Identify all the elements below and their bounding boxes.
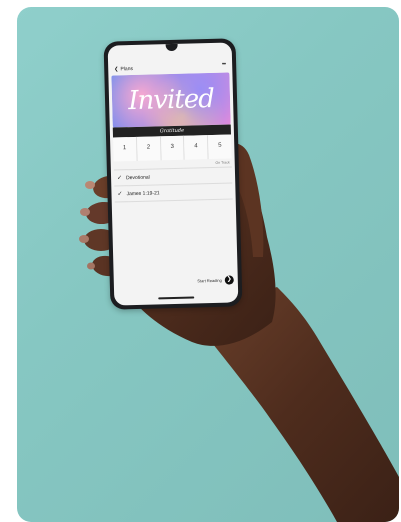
list-item-devotional[interactable]: ✓ Devotional [117, 174, 150, 182]
day-number: 4 [194, 143, 198, 150]
list-item-scripture[interactable]: ✓ James 1:19-21 [117, 189, 160, 198]
day-number: 2 [146, 144, 151, 151]
day-tab-2[interactable]: 2 [136, 136, 162, 161]
day-number: 5 [218, 142, 222, 149]
day-tab-1[interactable]: 1 [113, 136, 138, 162]
divider [114, 198, 233, 203]
checkmark-icon: ✓ [117, 191, 123, 198]
nav-title: Plans [120, 66, 134, 73]
brand-text: Gratitude [159, 127, 185, 135]
phone-screen: ❮ Plans ••• Invited Gratitude 1 2 3 4 5 … [107, 42, 239, 306]
day-number: 1 [122, 145, 127, 152]
camera-notch [165, 43, 178, 52]
divider [114, 182, 233, 187]
start-reading-label: Start Reading [197, 277, 222, 284]
item-label: Devotional [126, 174, 150, 181]
day-tab-5[interactable]: 5 [208, 134, 232, 160]
day-number: 3 [170, 143, 175, 151]
arrow-right-icon[interactable]: ❯ [224, 275, 234, 285]
photo: ❮ Plans ••• Invited Gratitude 1 2 3 4 5 … [17, 7, 399, 522]
banner-title: Invited [127, 83, 215, 117]
meta-right: On Track [215, 160, 230, 165]
day-tab-3[interactable]: 3 [160, 135, 186, 161]
day-selector: 1 2 3 4 5 [113, 134, 232, 162]
item-label: James 1:19-21 [126, 189, 160, 197]
start-reading-button[interactable]: Start Reading ❯ [197, 275, 234, 285]
checkmark-icon: ✓ [117, 175, 123, 182]
chevron-left-icon[interactable]: ❮ [114, 66, 118, 72]
plan-banner: Invited [111, 72, 231, 128]
nav-bar[interactable]: ❮ Plans [114, 66, 133, 72]
phone: ❮ Plans ••• Invited Gratitude 1 2 3 4 5 … [103, 38, 243, 310]
ellipsis-icon[interactable]: ••• [222, 62, 225, 68]
day-tab-4[interactable]: 4 [184, 135, 209, 160]
home-indicator [158, 296, 195, 300]
